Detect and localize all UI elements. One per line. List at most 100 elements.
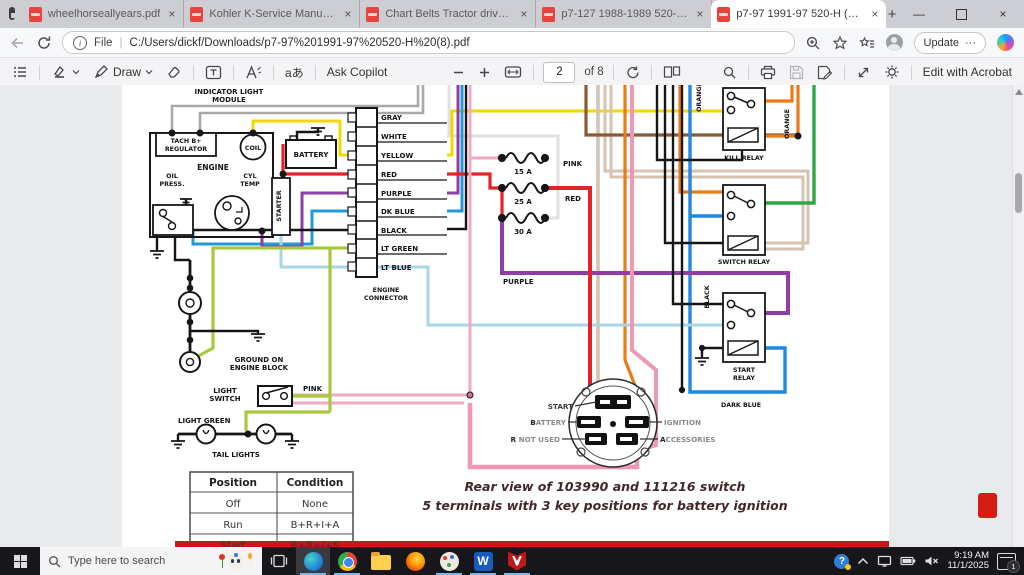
svg-text:Position: Position <box>209 477 257 489</box>
svg-text:R NOT USED: R NOT USED <box>511 435 561 444</box>
key-switch <box>562 379 662 467</box>
url-field[interactable]: i File | C:/Users/dickf/Downloads/p7-97%… <box>62 31 795 54</box>
scroll-up-icon[interactable] <box>1015 89 1023 95</box>
svg-text:B+R+I+A: B+R+I+A <box>291 520 340 531</box>
highlighter-tool[interactable] <box>49 62 82 82</box>
candle-icon <box>246 553 254 569</box>
page-number-input[interactable] <box>543 62 575 83</box>
svg-text:PURPLE: PURPLE <box>381 190 412 198</box>
toc-icon[interactable] <box>10 62 30 82</box>
print-icon[interactable] <box>758 63 778 82</box>
minimize-button[interactable]: — <box>898 0 940 28</box>
tab-close-icon[interactable]: × <box>342 7 353 21</box>
svg-text:BATTERY: BATTERY <box>530 418 567 427</box>
svg-text:Rear view of 103990 and 111216: Rear view of 103990 and 111216 switch <box>465 479 746 494</box>
save-as-icon[interactable] <box>815 63 835 82</box>
start-button[interactable] <box>0 547 40 575</box>
system-tray: ? 9:19 AM 11/1/2025 1 <box>834 547 1024 575</box>
search-document-icon[interactable] <box>720 63 739 82</box>
notification-center-icon[interactable]: 1 <box>997 553 1016 570</box>
draw-tool[interactable]: Draw <box>91 62 155 82</box>
pdf-file-icon <box>29 7 42 22</box>
svg-text:INDICATOR LIGHT: INDICATOR LIGHT <box>195 88 264 96</box>
tab-title: Kohler K-Service Manual.pdf <box>209 8 336 20</box>
tab-overview-icon[interactable] <box>9 7 15 20</box>
scrollbar-thumb[interactable] <box>1015 173 1022 213</box>
task-view-button[interactable] <box>262 547 296 575</box>
tab-close-icon[interactable]: × <box>166 7 177 21</box>
tab-p7-97-active[interactable]: p7-97 1991-97 520-H (8).pdf × <box>711 0 886 28</box>
translate-icon[interactable]: aあ <box>283 62 306 83</box>
more-menu-icon[interactable]: ··· <box>965 37 976 49</box>
info-icon[interactable]: i <box>73 36 87 50</box>
svg-text:ENGINE: ENGINE <box>197 163 229 172</box>
taskbar-chrome[interactable] <box>330 547 364 575</box>
taskbar-word[interactable]: W <box>466 547 500 575</box>
eraser-tool[interactable] <box>164 62 184 82</box>
settings-gear-icon[interactable] <box>882 62 902 82</box>
zoom-in-button[interactable] <box>476 64 493 81</box>
taskbar-mcafee[interactable] <box>500 547 534 575</box>
pdf-file-icon <box>366 7 379 22</box>
svg-text:PRESS.: PRESS. <box>160 181 185 188</box>
svg-text:15 A: 15 A <box>514 168 532 176</box>
copilot-icon[interactable] <box>997 34 1014 51</box>
tab-chart-belts[interactable]: Chart Belts Tractor drive.pdf × <box>360 0 536 28</box>
taskbar-file-explorer[interactable] <box>364 547 398 575</box>
svg-text:IGNITION: IGNITION <box>664 418 701 427</box>
zoom-icon[interactable] <box>805 35 821 51</box>
read-aloud-icon[interactable] <box>243 63 264 82</box>
svg-text:None: None <box>302 499 328 510</box>
window-close-button[interactable]: × <box>982 0 1024 28</box>
maximize-button[interactable] <box>940 0 982 28</box>
url-text: C:/Users/dickf/Downloads/p7-97%201991-97… <box>130 37 470 49</box>
pdf-toolbar: Draw aあ Ask Copilot of 8 <box>0 58 1024 87</box>
svg-text:TAIL LIGHTS: TAIL LIGHTS <box>212 451 260 459</box>
back-icon[interactable] <box>10 35 26 51</box>
svg-text:PINK: PINK <box>563 160 583 168</box>
svg-text:ACCESSORIES: ACCESSORIES <box>660 435 715 444</box>
mcafee-help-icon[interactable]: ? <box>834 554 849 569</box>
tab-kohler-manual[interactable]: Kohler K-Service Manual.pdf × <box>184 0 360 28</box>
chevron-down-icon <box>145 69 153 75</box>
tab-wheelhorseallyears[interactable]: wheelhorseallyears.pdf × <box>23 0 185 28</box>
taskbar-paint[interactable] <box>432 547 466 575</box>
tab-close-icon[interactable]: × <box>518 7 529 21</box>
page-view-icon[interactable] <box>661 63 683 81</box>
page-count-label: of 8 <box>584 66 603 78</box>
new-tab-button[interactable]: + <box>886 0 898 28</box>
zoom-out-button[interactable] <box>450 64 467 81</box>
refresh-icon[interactable] <box>36 35 52 51</box>
taskbar-search[interactable]: Type here to search <box>40 547 262 575</box>
tab-p7-127[interactable]: p7-127 1988-1989 520-HC Co × <box>536 0 712 28</box>
speaker-muted-icon[interactable] <box>924 555 939 567</box>
tab-close-icon[interactable]: × <box>694 7 705 21</box>
ask-copilot-button[interactable]: Ask Copilot <box>325 63 390 81</box>
tray-chevron-up-icon[interactable] <box>857 557 869 565</box>
svg-text:BLACK: BLACK <box>381 227 407 235</box>
favorites-list-icon[interactable] <box>859 35 875 51</box>
fullscreen-icon[interactable] <box>854 63 873 82</box>
sugar-skull-icon <box>228 553 243 569</box>
display-icon[interactable] <box>877 555 892 567</box>
fit-to-width-button[interactable] <box>502 63 524 81</box>
favorite-star-icon[interactable] <box>832 35 848 51</box>
vertical-scrollbar[interactable] <box>1012 85 1024 547</box>
update-button[interactable]: Update ··· <box>914 32 986 54</box>
tab-close-icon[interactable]: × <box>869 7 880 21</box>
fuse-block <box>498 153 548 223</box>
rotate-icon[interactable] <box>623 63 642 82</box>
taskbar-edge[interactable] <box>296 547 330 575</box>
search-placeholder: Type here to search <box>68 555 212 567</box>
battery-icon[interactable] <box>900 556 916 566</box>
switch-relay <box>723 185 765 255</box>
profile-avatar[interactable] <box>886 34 903 51</box>
add-text-tool[interactable] <box>203 63 224 82</box>
tray-clock[interactable]: 9:19 AM 11/1/2025 <box>947 551 989 572</box>
svg-text:5 terminals with 3 key positio: 5 terminals with 3 key positions for bat… <box>422 498 787 513</box>
acrobat-marker[interactable] <box>978 493 997 518</box>
taskbar-firefox[interactable] <box>398 547 432 575</box>
pdf-file-icon <box>542 7 555 22</box>
edit-with-acrobat-button[interactable]: Edit with Acrobat <box>921 63 1014 81</box>
windows-logo-icon <box>14 555 27 568</box>
